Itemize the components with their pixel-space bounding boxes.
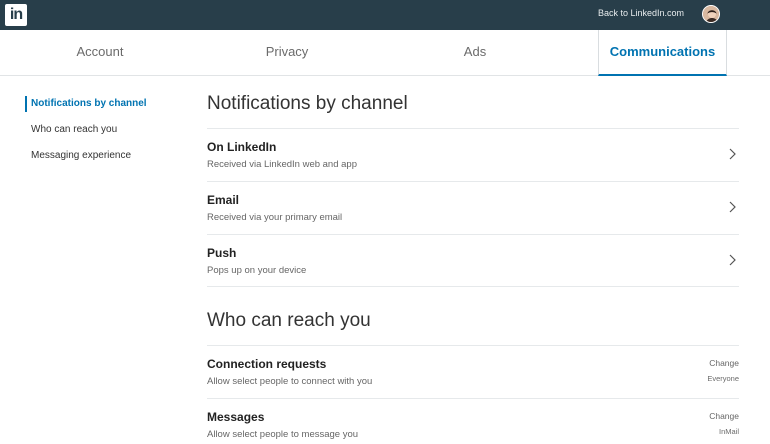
top-navigation-bar: in Back to LinkedIn.com: [0, 0, 770, 30]
tab-account[interactable]: Account: [40, 30, 160, 76]
sidebar-item-messaging-experience[interactable]: Messaging experience: [25, 148, 185, 174]
sidebar-item-notifications-by-channel[interactable]: Notifications by channel: [25, 96, 185, 112]
row-subtitle: Pops up on your device: [207, 265, 307, 276]
row-title: Connection requests: [207, 357, 327, 371]
back-to-linkedin-link[interactable]: Back to LinkedIn.com: [598, 8, 684, 18]
row-setting: Change Everyone: [707, 358, 739, 383]
messages-row[interactable]: Messages Allow select people to message …: [207, 398, 739, 444]
tab-ads[interactable]: Ads: [415, 30, 535, 76]
current-setting-value: Everyone: [707, 374, 739, 383]
sidebar-item-who-can-reach-you[interactable]: Who can reach you: [25, 122, 185, 148]
sidebar-nav: Notifications by channel Who can reach y…: [25, 96, 185, 174]
row-subtitle: Received via LinkedIn web and app: [207, 159, 357, 170]
user-avatar-icon[interactable]: [702, 5, 720, 23]
change-link[interactable]: Change: [707, 358, 739, 374]
row-subtitle: Allow select people to connect with you: [207, 376, 373, 387]
change-link[interactable]: Change: [709, 411, 739, 427]
avatar-image: [703, 6, 719, 22]
chevron-right-icon[interactable]: [727, 201, 737, 213]
connection-requests-row[interactable]: Connection requests Allow select people …: [207, 345, 739, 398]
settings-tabs: Account Privacy Ads Communications: [0, 30, 770, 76]
row-title: On LinkedIn: [207, 140, 277, 154]
tab-privacy[interactable]: Privacy: [227, 30, 347, 76]
main-content: Notifications by channel On LinkedIn Rec…: [207, 90, 739, 444]
notifications-section-title: Notifications by channel: [207, 93, 408, 114]
who-can-reach-you-section-title: Who can reach you: [207, 310, 371, 331]
row-setting: Change InMail: [709, 411, 739, 436]
chevron-right-icon[interactable]: [727, 254, 737, 266]
row-subtitle: Received via your primary email: [207, 212, 343, 223]
push-row[interactable]: Push Pops up on your device: [207, 234, 739, 287]
chevron-right-icon[interactable]: [727, 148, 737, 160]
on-linkedin-row[interactable]: On LinkedIn Received via LinkedIn web an…: [207, 128, 739, 181]
tab-communications[interactable]: Communications: [598, 30, 727, 76]
row-title: Push: [207, 246, 237, 260]
row-title: Messages: [207, 410, 265, 424]
email-row[interactable]: Email Received via your primary email: [207, 181, 739, 234]
row-title: Email: [207, 193, 240, 207]
current-setting-value: InMail: [718, 427, 739, 436]
row-subtitle: Allow select people to message you: [207, 429, 359, 440]
linkedin-logo-icon[interactable]: in: [5, 4, 27, 26]
